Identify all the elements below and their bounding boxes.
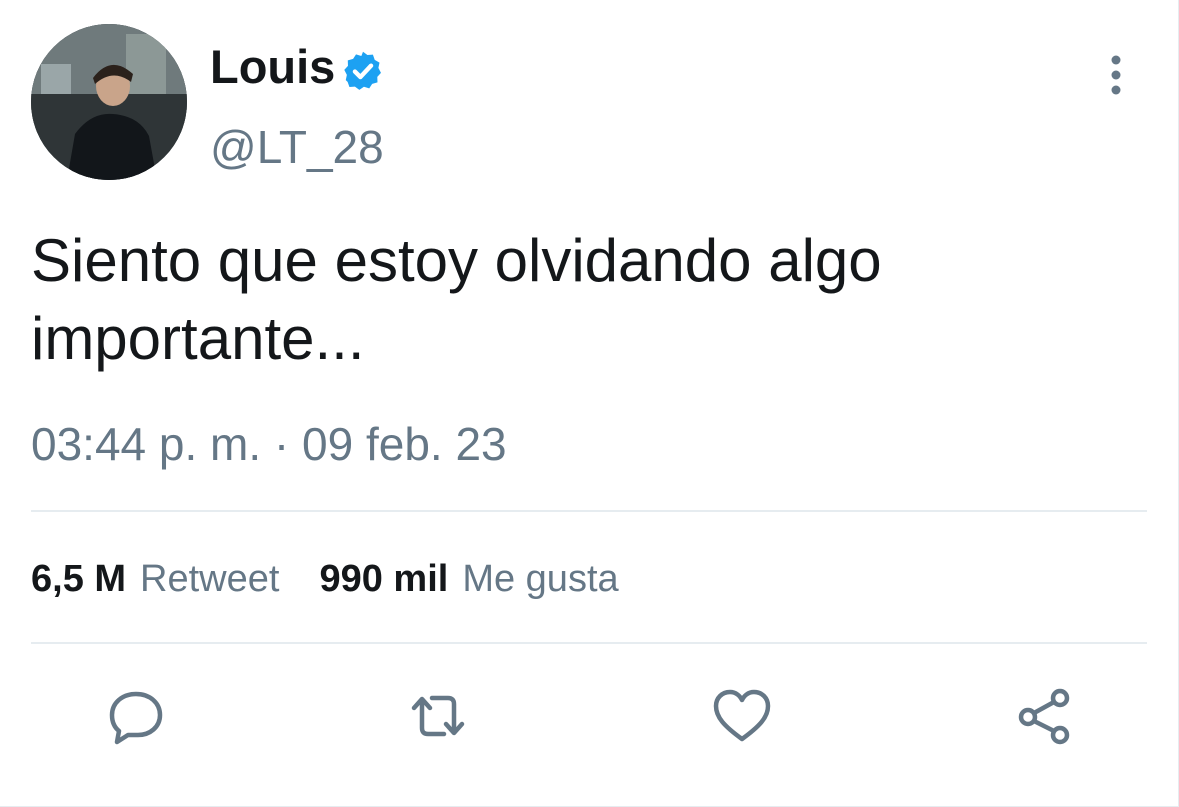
likes-count[interactable]: 990 mil [319,552,448,606]
retweet-button[interactable] [406,684,470,748]
share-icon [1018,688,1070,745]
avatar-photo [31,24,187,180]
more-options-icon[interactable] [1098,52,1134,98]
like-button[interactable] [710,684,774,748]
retweets-label[interactable]: Retweet [140,552,279,606]
reply-button[interactable] [104,684,168,748]
tweet-stats: 6,5 M Retweet 990 mil Me gusta [31,552,619,606]
like-icon [713,689,771,742]
retweets-count[interactable]: 6,5 M [31,552,126,606]
likes-label[interactable]: Me gusta [462,552,618,606]
author-row: Louis [210,38,385,96]
handle[interactable]: @LT_28 [210,118,384,176]
display-name[interactable]: Louis [210,38,335,96]
divider [31,510,1147,512]
verified-badge-icon [344,51,382,90]
divider [31,642,1147,644]
tweet-timestamp[interactable]: 03:44 p. m. · 09 feb. 23 [31,412,507,476]
retweet-icon [411,695,465,737]
reply-icon [109,691,163,745]
tweet-detail: Louis @LT_28 Siento que estoy olvidando … [0,0,1179,807]
avatar[interactable] [31,24,187,180]
share-button[interactable] [1013,684,1077,748]
tweet-text: Siento que estoy olvidando algo importan… [31,227,882,372]
